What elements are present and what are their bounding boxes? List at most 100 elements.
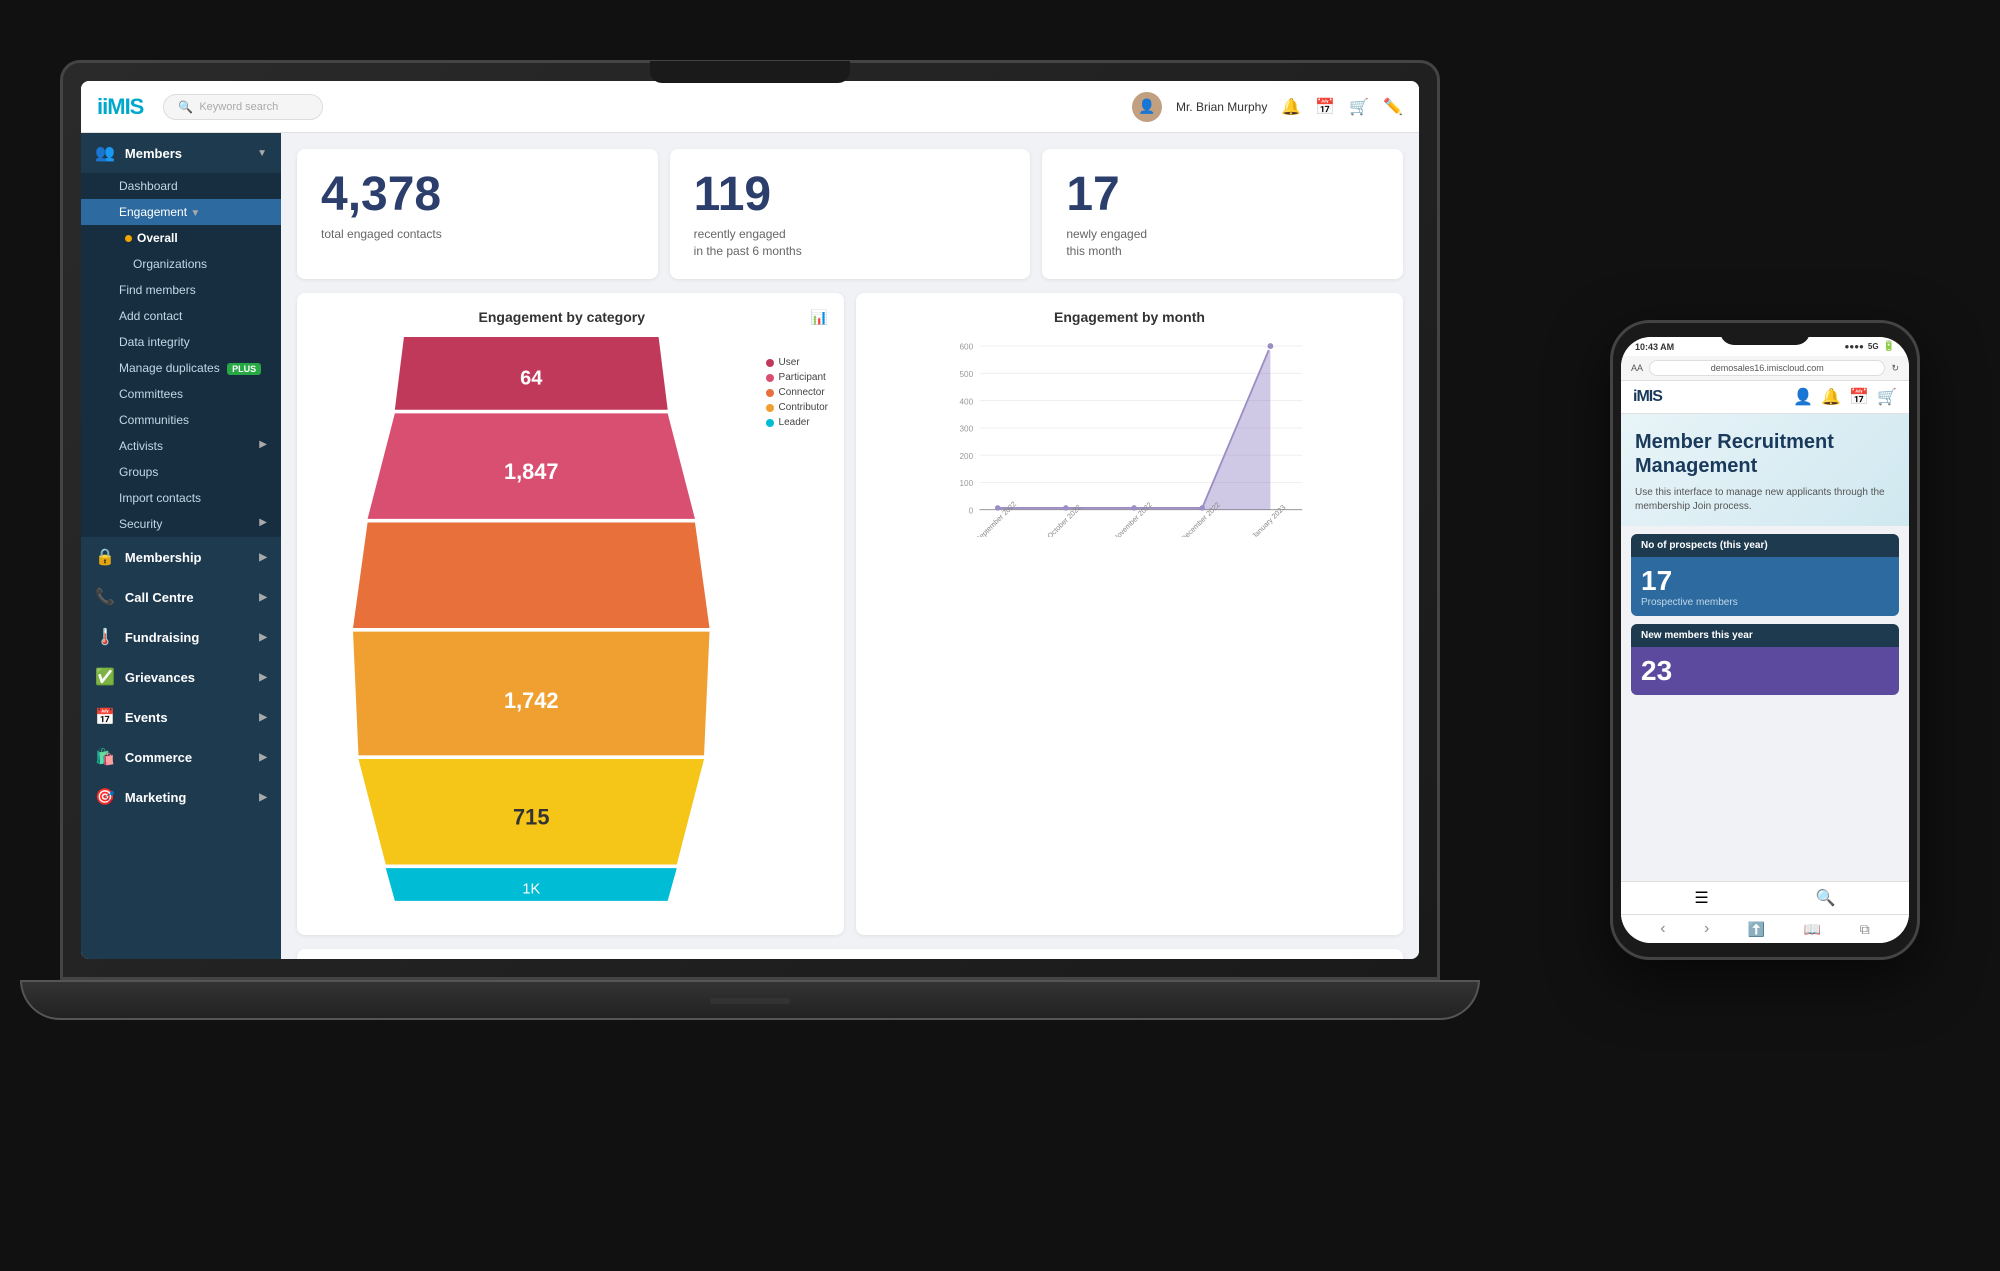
tab-top-contacts[interactable]: Top contacts <box>434 949 529 959</box>
sidebar-item-commerce[interactable]: 🛍️ Commerce ▶ <box>81 737 281 777</box>
sidebar-item-activists[interactable]: Activists ▶ <box>81 433 281 459</box>
sidebar-item-grievances[interactable]: ✅ Grievances ▶ <box>81 657 281 697</box>
phone-share-icon[interactable]: ⬆️ <box>1748 921 1765 938</box>
app-body: 👥 Members ▼ Dashboard Engagement ▼ <box>81 133 1419 959</box>
sidebar-membership-label: Membership <box>125 550 202 565</box>
phone-stat-card-prospects: No of prospects (this year) 17 Prospecti… <box>1631 534 1899 616</box>
phone-bottom-bar: ☰ 🔍 <box>1621 881 1909 914</box>
phone-book-icon[interactable]: 📖 <box>1804 921 1821 938</box>
sidebar-item-data-integrity[interactable]: Data integrity <box>81 329 281 355</box>
plus-badge: PLUS <box>227 363 261 375</box>
phone-stat-header-new-members: New members this year <box>1631 624 1899 647</box>
sidebar-item-fundraising[interactable]: 🌡️ Fundraising ▶ <box>81 617 281 657</box>
call-centre-icon: 📞 <box>95 587 115 607</box>
phone-browser-bar: AA demosales16.imiscloud.com ↻ <box>1621 356 1909 381</box>
phone-back-icon[interactable]: ‹ <box>1660 920 1665 938</box>
bell-icon[interactable]: 🔔 <box>1281 97 1301 117</box>
legend-connector-label: Connector <box>779 387 825 398</box>
tab-at-risk-contacts[interactable]: At risk contacts <box>530 949 639 959</box>
sidebar-item-communities[interactable]: Communities <box>81 407 281 433</box>
svg-text:100: 100 <box>959 479 973 488</box>
stat-card-newly: 17 newly engagedthis month <box>1042 149 1403 279</box>
phone-signal-icon: ●●●● <box>1845 342 1864 351</box>
line-chart-title: Engagement by month <box>872 309 1387 325</box>
phone-hero-title: Member Recruitment Management <box>1635 430 1895 478</box>
marketing-arrow: ▶ <box>259 792 267 803</box>
cart-icon[interactable]: 🛒 <box>1349 97 1369 117</box>
phone-stat-label-prospects: Prospective members <box>1641 597 1889 608</box>
phone-stat-header-prospects: No of prospects (this year) <box>1631 534 1899 557</box>
svg-text:November 2022: November 2022 <box>1111 501 1154 538</box>
logo-mis: iMIS <box>102 94 143 119</box>
members-arrow: ▼ <box>257 148 267 159</box>
stat-card-recently: 119 recently engagedin the past 6 months <box>670 149 1031 279</box>
phone: 10:43 AM ●●●● 5G 🔋 AA demosales16.imiscl… <box>1610 320 1920 960</box>
sidebar-item-manage-duplicates[interactable]: Manage duplicates PLUS <box>81 355 281 381</box>
members-icon: 👥 <box>95 143 115 163</box>
phone-status-icons: ●●●● 5G 🔋 <box>1845 341 1895 352</box>
phone-screen: 10:43 AM ●●●● 5G 🔋 AA demosales16.imiscl… <box>1621 337 1909 943</box>
tab-by-component[interactable]: By component <box>639 949 744 959</box>
phone-calendar-icon[interactable]: 📅 <box>1849 387 1869 407</box>
svg-text:300: 300 <box>959 425 973 434</box>
funnel-title: Engagement by category 📊 <box>313 309 828 325</box>
sidebar-item-marketing[interactable]: 🎯 Marketing ▶ <box>81 777 281 817</box>
phone-url[interactable]: demosales16.imiscloud.com <box>1649 360 1885 376</box>
search-icon: 🔍 <box>178 100 193 114</box>
funnel-chart-icon[interactable]: 📊 <box>811 309 828 326</box>
sidebar-commerce-label: Commerce <box>125 750 192 765</box>
sidebar-item-dashboard[interactable]: Dashboard <box>81 173 281 199</box>
calendar-icon[interactable]: 📅 <box>1315 97 1335 117</box>
laptop-screen: iiMIS 🔍 Keyword search 👤 Mr. Brian Murph… <box>81 81 1419 959</box>
events-arrow: ▶ <box>259 712 267 723</box>
sidebar-item-events[interactable]: 📅 Events ▶ <box>81 697 281 737</box>
sidebar-item-membership[interactable]: 🔒 Membership ▶ <box>81 537 281 577</box>
sidebar-item-call-centre[interactable]: 📞 Call Centre ▶ <box>81 577 281 617</box>
svg-text:400: 400 <box>959 398 973 407</box>
phone-browser-nav: ‹ › ⬆️ 📖 ⧉ <box>1621 914 1909 943</box>
header-right: 👤 Mr. Brian Murphy 🔔 📅 🛒 ✏️ <box>1132 92 1403 122</box>
funnel-legend: User Participant Connector <box>766 357 828 432</box>
laptop-body: iiMIS 🔍 Keyword search 👤 Mr. Brian Murph… <box>60 60 1440 980</box>
tab-by-member-type[interactable]: By member type <box>313 949 434 959</box>
sidebar-item-security[interactable]: Security ▶ <box>81 511 281 537</box>
phone-signal-label: 5G <box>1868 342 1879 351</box>
commerce-icon: 🛍️ <box>95 747 115 767</box>
events-icon: 📅 <box>95 707 115 727</box>
compose-icon[interactable]: ✏️ <box>1383 97 1403 117</box>
phone-bell-icon[interactable]: 🔔 <box>1821 387 1841 407</box>
sidebar-item-import-contacts[interactable]: Import contacts <box>81 485 281 511</box>
phone-forward-icon[interactable]: › <box>1704 920 1709 938</box>
browser-refresh-icon[interactable]: ↻ <box>1891 363 1899 374</box>
sidebar-item-committees[interactable]: Committees <box>81 381 281 407</box>
app-logo: iiMIS <box>97 94 143 120</box>
phone-stat-body-new-members: 23 <box>1631 647 1899 695</box>
sidebar-item-groups[interactable]: Groups <box>81 459 281 485</box>
phone-stat-number-new-members: 23 <box>1641 655 1889 687</box>
phone-tabs-icon[interactable]: ⧉ <box>1860 921 1870 938</box>
laptop-trackpad <box>710 998 790 1004</box>
charts-row: Engagement by category 📊 64 <box>297 293 1403 935</box>
legend-connector: Connector <box>766 387 828 398</box>
phone-search-icon[interactable]: 🔍 <box>1816 888 1836 908</box>
sidebar-events-label: Events <box>125 710 168 725</box>
line-chart-card: Engagement by month 600 500 400 300 200 … <box>856 293 1403 935</box>
phone-cart-icon[interactable]: 🛒 <box>1877 387 1897 407</box>
browser-aa: AA <box>1631 363 1643 373</box>
stat-newly-label: newly engagedthis month <box>1066 226 1379 260</box>
overall-dot <box>125 235 132 242</box>
sidebar-item-add-contact[interactable]: Add contact <box>81 303 281 329</box>
sidebar-item-overall[interactable]: Overall <box>81 225 281 251</box>
user-name: Mr. Brian Murphy <box>1176 100 1267 114</box>
sidebar-item-organizations[interactable]: Organizations <box>81 251 281 277</box>
funnel-svg: 64 1,847 1,742 <box>313 337 750 919</box>
phone-menu-icon[interactable]: ☰ <box>1694 888 1708 908</box>
laptop-base <box>20 980 1480 1020</box>
main-content: 4,378 total engaged contacts 119 recentl… <box>281 133 1419 959</box>
svg-text:1,742: 1,742 <box>504 688 559 713</box>
sidebar-item-find-members[interactable]: Find members <box>81 277 281 303</box>
sidebar-item-engagement[interactable]: Engagement ▼ <box>81 199 281 225</box>
sidebar-item-members[interactable]: 👥 Members ▼ <box>81 133 281 173</box>
search-bar[interactable]: 🔍 Keyword search <box>163 94 323 120</box>
svg-text:1,847: 1,847 <box>504 459 559 484</box>
